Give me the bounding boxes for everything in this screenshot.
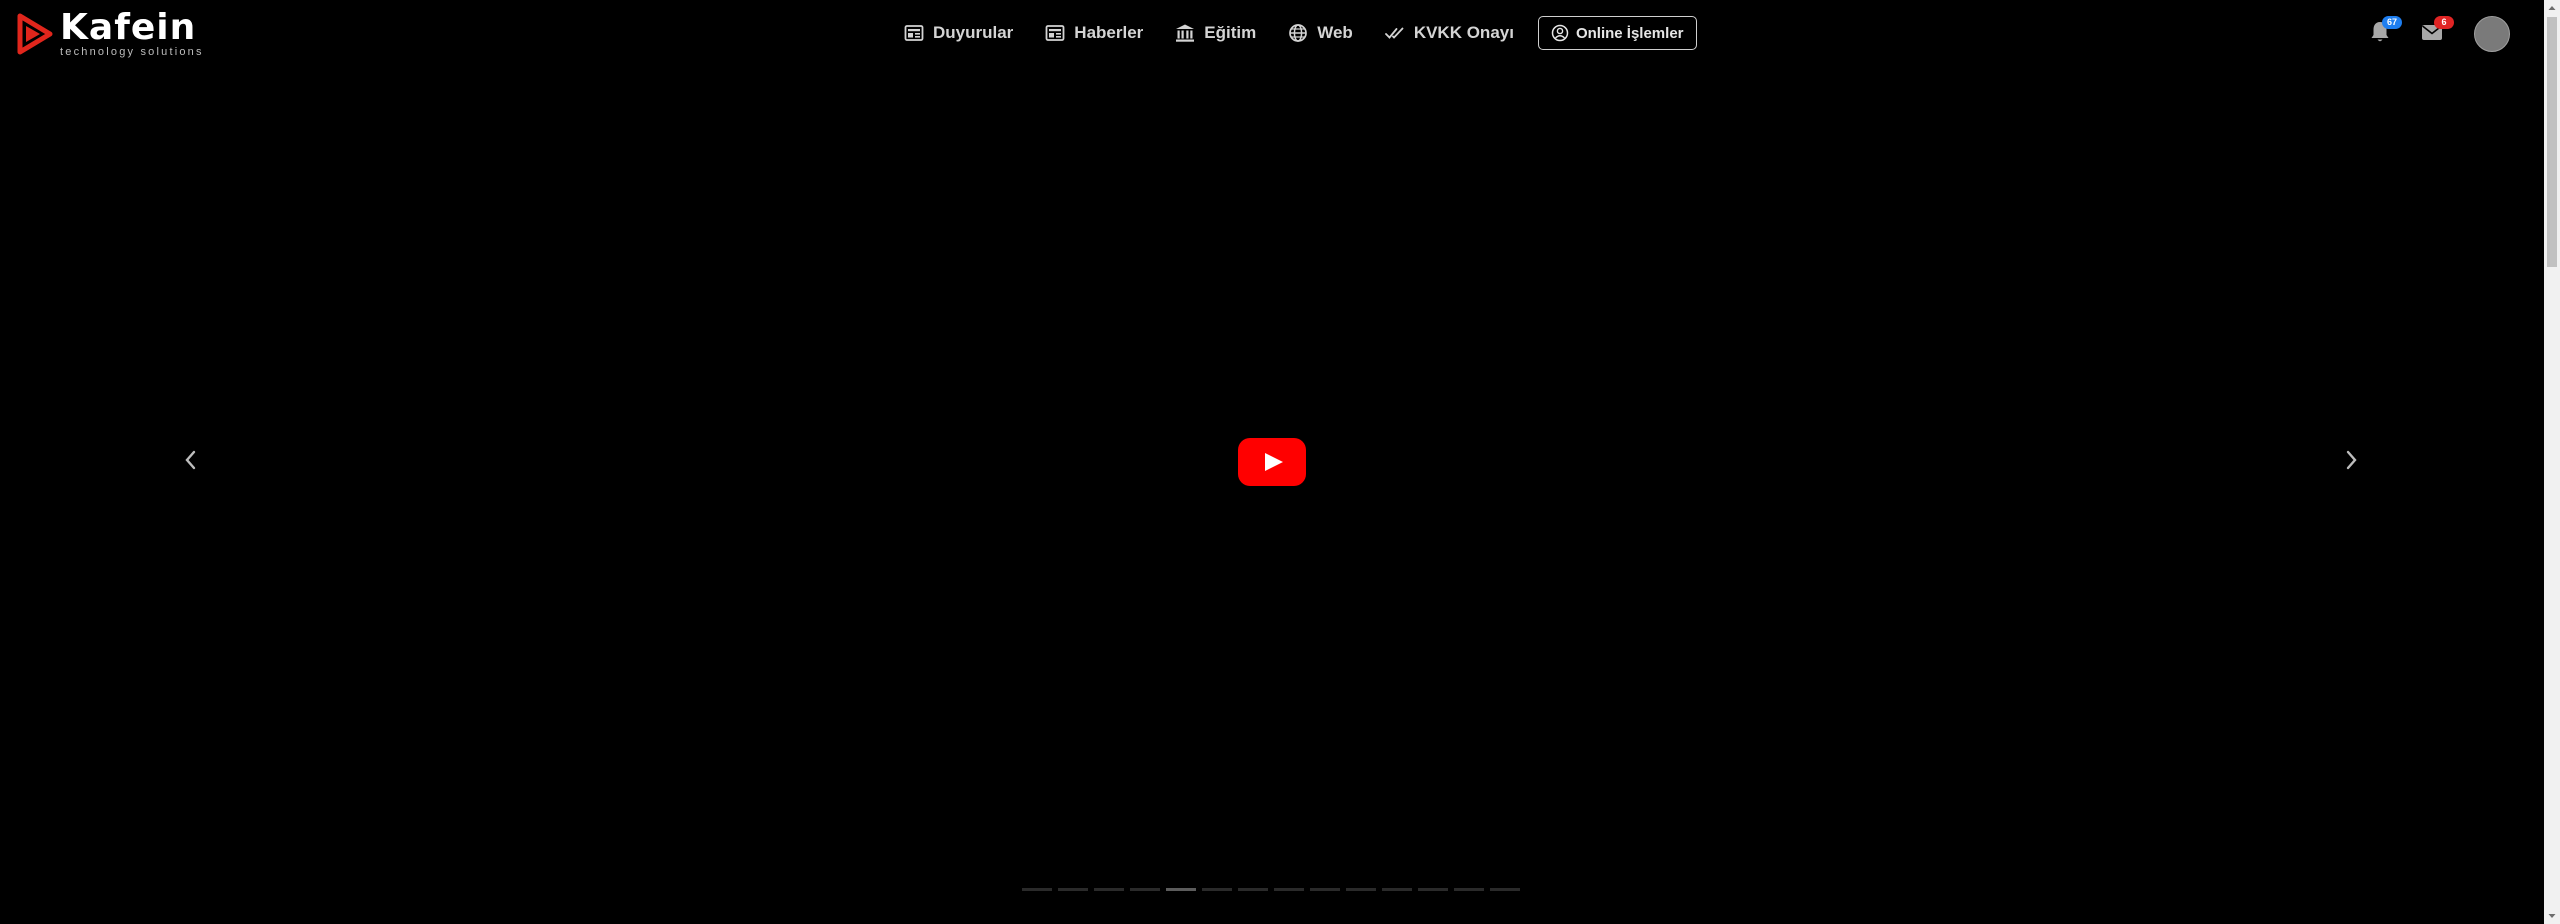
institution-icon	[1176, 24, 1195, 42]
slider-indicator-dot[interactable]	[1418, 888, 1448, 891]
main-nav: Duyurular Haberler Eğitim Web KVKK Onayı…	[904, 0, 1697, 66]
online-islemler-button[interactable]: Online İşlemler	[1537, 16, 1697, 50]
video-slider	[0, 68, 2544, 924]
slider-indicator-dot[interactable]	[1490, 888, 1520, 891]
slider-indicator-dot[interactable]	[1130, 888, 1160, 891]
slider-indicator-dot[interactable]	[1310, 888, 1340, 891]
nav-label-kvkk-onayi: KVKK Onayı	[1413, 23, 1514, 42]
chevron-right-icon	[2346, 450, 2357, 470]
user-circle-icon	[1551, 24, 1569, 42]
page-scrollbar[interactable]	[2544, 0, 2560, 924]
newspaper-icon	[1045, 25, 1065, 41]
nav-item-web[interactable]: Web	[1288, 23, 1353, 43]
chevron-left-icon	[185, 450, 196, 470]
messages-button[interactable]: 6	[2418, 16, 2454, 46]
slider-indicator-dot[interactable]	[1238, 888, 1268, 891]
scroll-down-arrow-icon[interactable]	[2544, 908, 2560, 924]
nav-label-egitim: Eğitim	[1204, 23, 1257, 42]
youtube-play-icon	[1265, 453, 1283, 471]
notifications-button[interactable]: 67	[2366, 16, 2402, 46]
scroll-thumb[interactable]	[2547, 17, 2557, 267]
slider-indicator-dot[interactable]	[1094, 888, 1124, 891]
slider-prev-button[interactable]	[180, 447, 202, 473]
scroll-up-arrow-icon[interactable]	[2544, 0, 2560, 16]
nav-label-duyurular: Duyurular	[933, 23, 1014, 42]
slider-indicator-dot[interactable]	[1346, 888, 1376, 891]
slider-indicator-dot[interactable]	[1058, 888, 1088, 891]
nav-label-haberler: Haberler	[1074, 23, 1144, 42]
online-islemler-label: Online İşlemler	[1575, 24, 1684, 42]
user-avatar[interactable]	[2474, 16, 2510, 52]
slider-indicator-dot[interactable]	[1274, 888, 1304, 891]
nav-item-duyurular[interactable]: Duyurular	[904, 23, 1013, 43]
notifications-count-badge: 67	[2382, 16, 2402, 29]
globe-icon	[1289, 24, 1308, 42]
nav-item-egitim[interactable]: Eğitim	[1175, 23, 1256, 43]
slider-indicator-dot[interactable]	[1022, 888, 1052, 891]
kafein-logo[interactable]: Kafein technology solutions	[14, 7, 204, 58]
youtube-play-button[interactable]	[1238, 438, 1306, 486]
slider-indicator-dot[interactable]	[1202, 888, 1232, 891]
slider-indicator-dot[interactable]	[1454, 888, 1484, 891]
nav-item-haberler[interactable]: Haberler	[1045, 23, 1143, 43]
slider-indicator-dot[interactable]	[1166, 888, 1196, 891]
nav-label-web: Web	[1317, 23, 1353, 42]
logo-play-mark-icon	[17, 13, 53, 55]
brand-tagline: technology solutions	[60, 46, 204, 58]
slider-next-button[interactable]	[2340, 447, 2362, 473]
top-navbar: Kafein technology solutions Duyurular Ha…	[0, 0, 2544, 68]
nav-item-kvkk-onayi[interactable]: KVKK Onayı	[1384, 23, 1514, 43]
double-check-icon	[1384, 27, 1404, 39]
newspaper-icon	[904, 25, 924, 41]
messages-count-badge: 6	[2434, 16, 2454, 29]
slider-indicator-dot[interactable]	[1382, 888, 1412, 891]
brand-name: Kafein	[60, 7, 197, 48]
slider-indicators	[1022, 888, 1526, 891]
